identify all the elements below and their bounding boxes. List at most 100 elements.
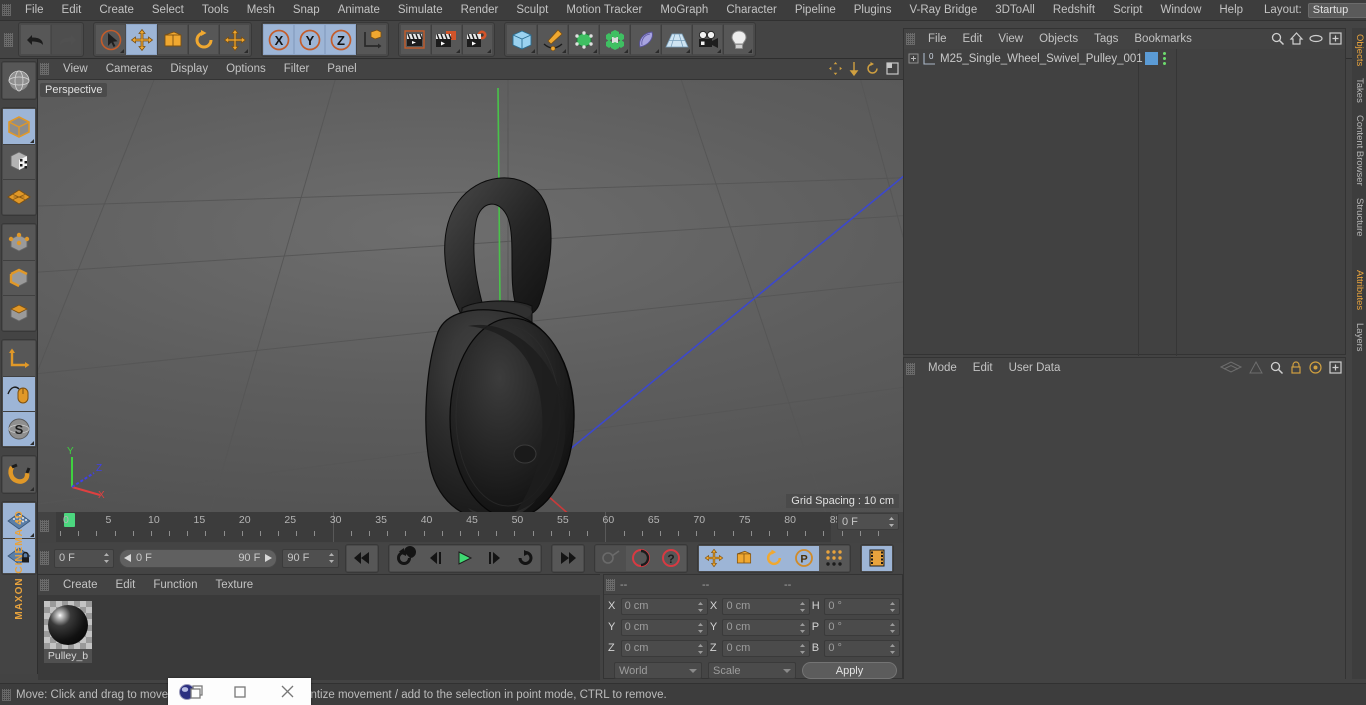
material-manager-body[interactable]: Pulley_b	[38, 595, 600, 680]
object-menu-bookmarks[interactable]: Bookmarks	[1126, 29, 1200, 49]
object-color-swatch[interactable]	[1145, 52, 1158, 65]
rotation-key-button[interactable]	[759, 545, 789, 571]
render-to-picture-viewer-button[interactable]	[431, 24, 462, 55]
spinner-icon[interactable]	[697, 643, 704, 655]
viewport-menu-options[interactable]: Options	[217, 59, 275, 80]
search-icon[interactable]	[1270, 361, 1284, 375]
four-arrows-icon[interactable]	[829, 62, 842, 75]
spinner-icon[interactable]	[328, 552, 335, 564]
add-camera-button[interactable]	[692, 24, 723, 55]
menubar-grip[interactable]	[2, 4, 11, 16]
make-editable-button[interactable]	[2, 63, 35, 98]
go-to-end-button[interactable]	[553, 545, 583, 571]
object-menu-edit[interactable]: Edit	[955, 29, 991, 49]
viewport-menu-display[interactable]: Display	[161, 59, 217, 80]
toolbar-grip[interactable]	[4, 32, 13, 47]
close-window-button[interactable]	[263, 678, 311, 705]
go-to-next-frame-button[interactable]	[480, 545, 510, 571]
play-button[interactable]	[450, 545, 480, 571]
menu-help[interactable]: Help	[1210, 0, 1252, 21]
viewport-menu-panel[interactable]: Panel	[318, 59, 365, 80]
object-tags-column[interactable]	[1177, 49, 1347, 356]
rotation-b-field[interactable]: 0 °	[824, 639, 901, 657]
attribute-menu-edit[interactable]: Edit	[965, 358, 1001, 379]
range-right-arrow-icon[interactable]	[264, 554, 273, 562]
spinner-icon[interactable]	[889, 643, 896, 655]
viewport-menu-filter[interactable]: Filter	[275, 59, 319, 80]
tab-attributes[interactable]: Attributes	[1352, 264, 1366, 316]
move-tool[interactable]	[126, 24, 157, 55]
enable-snapping-button[interactable]	[2, 376, 35, 411]
attribute-manager-body[interactable]	[904, 379, 1345, 679]
object-menu-view[interactable]: View	[990, 29, 1031, 49]
menu-3dtoall[interactable]: 3DToAll	[986, 0, 1044, 21]
range-left-arrow-icon[interactable]	[124, 554, 132, 562]
workplane-mode-button[interactable]	[2, 179, 35, 214]
viewport-menubar-grip[interactable]	[40, 63, 49, 75]
target-icon[interactable]	[1309, 361, 1322, 374]
lock-x-axis[interactable]: X	[263, 24, 294, 55]
plus-box-icon[interactable]	[1329, 32, 1342, 45]
menu-character[interactable]: Character	[717, 0, 786, 21]
add-cube-button[interactable]	[506, 24, 537, 55]
record-active-objects-button[interactable]	[596, 545, 626, 571]
material-manager-grip[interactable]	[40, 579, 49, 591]
menu-animate[interactable]: Animate	[329, 0, 389, 21]
lock-y-axis[interactable]: Y	[294, 24, 325, 55]
lock-icon[interactable]	[1290, 361, 1302, 374]
point-level-animation-button[interactable]	[819, 545, 849, 571]
soft-selection-button[interactable]	[2, 457, 35, 492]
edge-mode-button[interactable]	[2, 260, 35, 295]
ellipse-icon[interactable]	[1309, 34, 1323, 43]
material-menu-function[interactable]: Function	[144, 575, 206, 595]
home-icon[interactable]	[1289, 32, 1304, 45]
timeline-toggle-button[interactable]	[862, 545, 892, 571]
spinner-icon[interactable]	[799, 643, 806, 655]
add-cloner-button[interactable]	[599, 24, 630, 55]
pan-down-icon[interactable]	[849, 62, 859, 77]
cone-icon[interactable]	[1249, 360, 1263, 374]
world-object-coordinates[interactable]	[356, 24, 387, 55]
object-menu-tags[interactable]: Tags	[1086, 29, 1126, 49]
layers-flat-icon[interactable]	[1219, 361, 1243, 374]
spinner-icon[interactable]	[799, 622, 806, 634]
transport-grip[interactable]	[40, 551, 49, 565]
spinner-icon[interactable]	[889, 601, 896, 613]
render-settings-button[interactable]	[462, 24, 493, 55]
tab-structure[interactable]: Structure	[1352, 192, 1366, 243]
polygon-mode-button[interactable]	[2, 295, 35, 330]
keyframe-selection-button[interactable]: ?	[656, 545, 686, 571]
object-menu-file[interactable]: File	[920, 29, 955, 49]
menu-mograph[interactable]: MoGraph	[651, 0, 717, 21]
position-z-field[interactable]: 0 cm	[620, 639, 708, 657]
tab-takes[interactable]: Takes	[1352, 72, 1366, 109]
expand-toggle-icon[interactable]	[908, 53, 919, 64]
coordinate-system-dropdown[interactable]: World	[614, 662, 702, 679]
parameter-key-button[interactable]: P	[789, 545, 819, 571]
menu-file[interactable]: File	[16, 0, 53, 21]
menu-window[interactable]: Window	[1151, 0, 1210, 21]
menu-motion-tracker[interactable]: Motion Tracker	[557, 0, 651, 21]
object-row[interactable]: 0 M25_Single_Wheel_Swivel_Pulley_001	[904, 49, 1143, 68]
viewport-menu-cameras[interactable]: Cameras	[97, 59, 162, 80]
menu-vray-bridge[interactable]: V-Ray Bridge	[900, 0, 986, 21]
size-z-field[interactable]: 0 cm	[722, 639, 810, 657]
max-frame-field[interactable]: 90 F	[282, 548, 339, 568]
coordinate-mode-dropdown[interactable]: Scale	[708, 662, 796, 679]
position-x-field[interactable]: 0 cm	[620, 597, 708, 615]
attribute-manager-grip[interactable]	[906, 362, 915, 375]
rotation-p-field[interactable]: 0 °	[824, 618, 901, 636]
axis-modification-button[interactable]	[2, 341, 35, 376]
menu-edit[interactable]: Edit	[53, 0, 91, 21]
menu-pipeline[interactable]: Pipeline	[786, 0, 845, 21]
size-x-field[interactable]: 0 cm	[722, 597, 810, 615]
material-preview[interactable]	[44, 601, 92, 649]
visibility-dots-icon[interactable]	[1163, 52, 1166, 65]
preview-range-slider[interactable]: 0 F 90 F	[119, 548, 278, 568]
attribute-menu-user-data[interactable]: User Data	[1001, 358, 1069, 379]
menu-render[interactable]: Render	[452, 0, 508, 21]
rotation-h-field[interactable]: 0 °	[824, 597, 901, 615]
tab-layers[interactable]: Layers	[1352, 317, 1366, 358]
attribute-menu-mode[interactable]: Mode	[920, 358, 965, 379]
rotate-tool[interactable]	[188, 24, 219, 55]
